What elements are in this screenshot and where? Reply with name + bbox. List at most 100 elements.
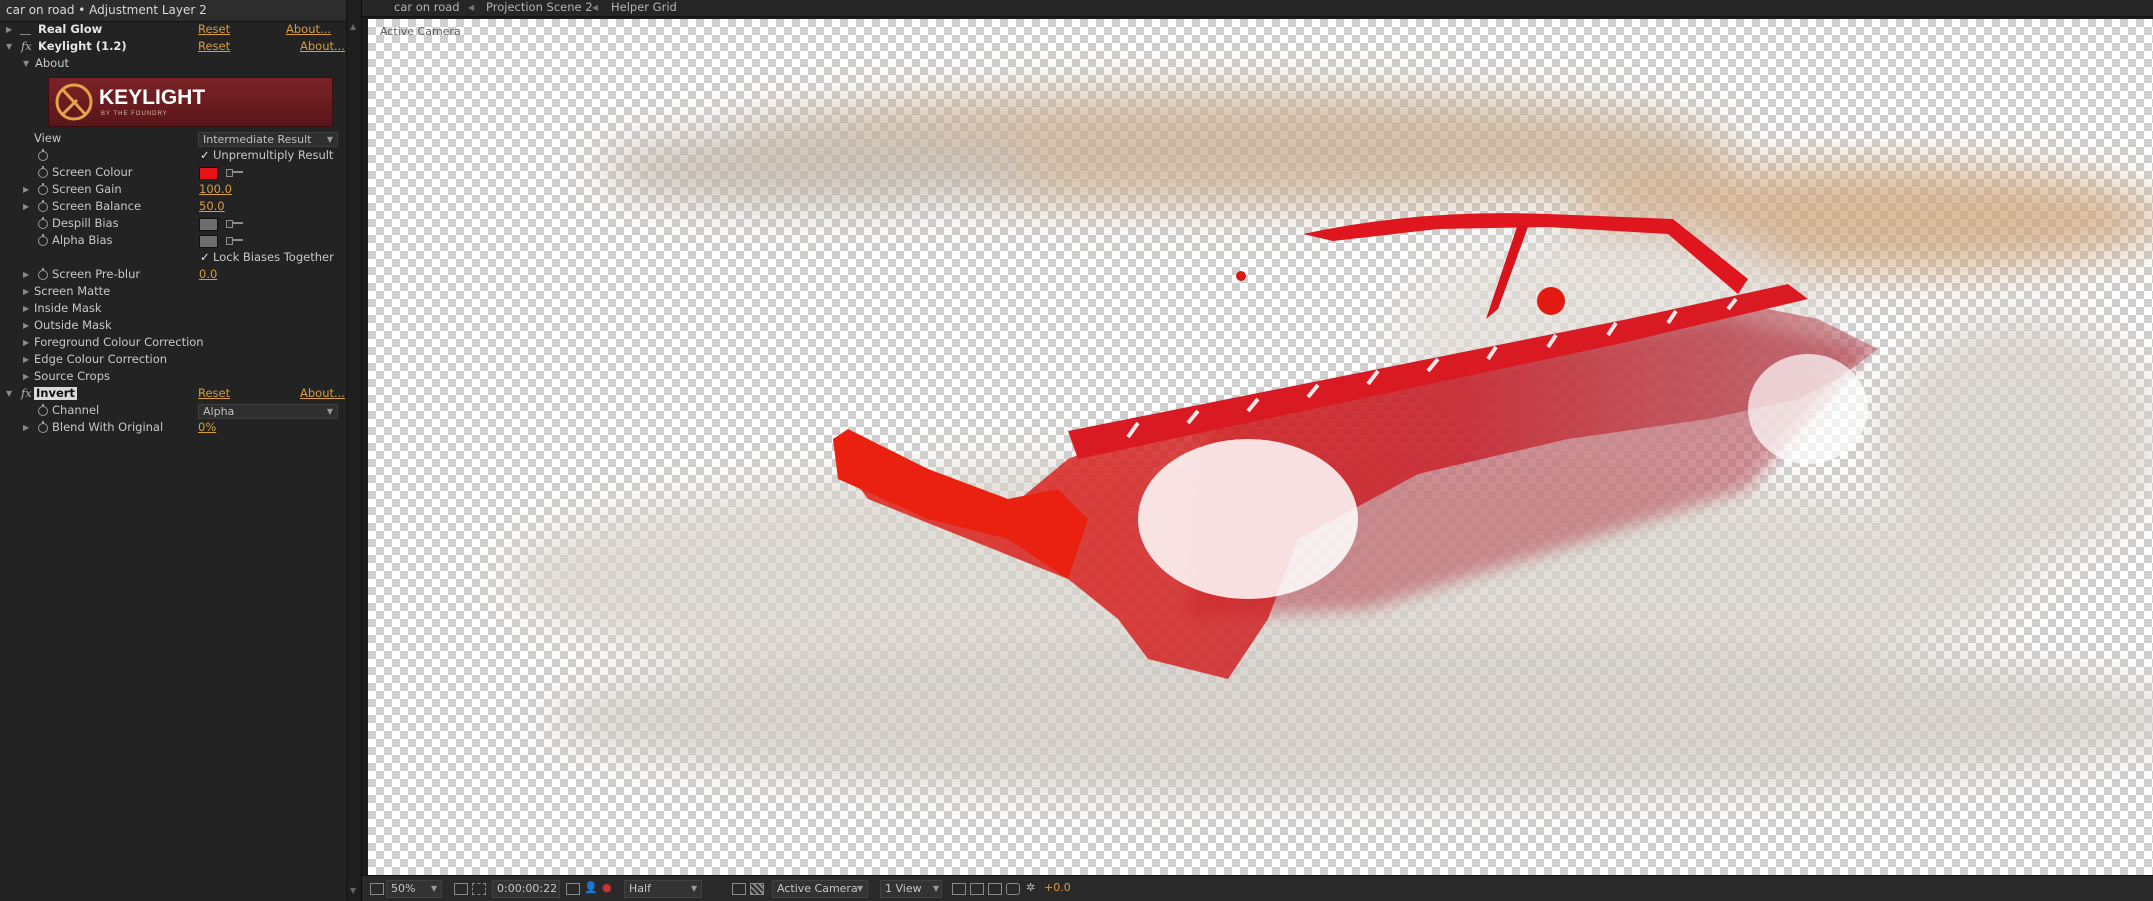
effect-name: Real Glow xyxy=(38,22,103,36)
show-snapshot-icon[interactable]: 👤 xyxy=(584,876,598,900)
eyedropper-icon[interactable] xyxy=(226,237,243,245)
screen-gain-value[interactable]: 100.0 xyxy=(199,181,232,198)
fx-toggle-icon[interactable]: fx xyxy=(21,38,32,55)
scroll-down-icon[interactable]: ▼ xyxy=(350,886,356,895)
expand-triangle-icon[interactable]: ▼ xyxy=(6,38,12,55)
collapse-triangle-icon[interactable]: ▶ xyxy=(23,266,29,283)
collapse-triangle-icon[interactable]: ▶ xyxy=(23,283,29,300)
expand-triangle-icon[interactable]: ▼ xyxy=(6,385,12,402)
panel-scrollbar[interactable]: ▲ ▼ xyxy=(346,0,361,901)
group-row-outside-mask[interactable]: ▶ Outside Mask xyxy=(0,317,342,334)
transparency-grid-icon[interactable] xyxy=(750,883,764,895)
about-link[interactable]: About... xyxy=(286,21,331,38)
stopwatch-icon[interactable] xyxy=(38,200,48,212)
flowchart-icon[interactable] xyxy=(1006,883,1020,895)
snapshot-camera-icon[interactable] xyxy=(566,883,580,895)
reset-exposure-icon[interactable]: ✲ xyxy=(1026,876,1035,900)
scroll-up-icon[interactable]: ▲ xyxy=(350,22,356,31)
collapse-triangle-icon[interactable]: ▶ xyxy=(6,21,12,38)
stopwatch-icon[interactable] xyxy=(38,404,48,416)
exposure-value[interactable]: +0.0 xyxy=(1044,876,1071,900)
screen-colour-swatch[interactable] xyxy=(199,167,218,180)
expand-triangle-icon[interactable]: ▼ xyxy=(23,55,29,72)
stopwatch-icon[interactable] xyxy=(38,149,48,161)
channel-rgb-icon[interactable]: ● xyxy=(602,876,612,900)
stopwatch-icon[interactable] xyxy=(38,183,48,195)
always-preview-icon[interactable] xyxy=(370,883,384,895)
mask-visibility-icon[interactable] xyxy=(472,883,486,895)
tab-projection-scene-2[interactable]: Projection Scene 2 xyxy=(486,0,593,15)
screen-preblur-value[interactable]: 0.0 xyxy=(199,266,217,283)
region-of-interest-icon[interactable] xyxy=(732,883,746,895)
timeline-icon[interactable] xyxy=(988,883,1002,895)
about-section[interactable]: ▼ About xyxy=(0,55,342,72)
reset-button[interactable]: Reset xyxy=(198,21,230,38)
3d-view-dropdown[interactable]: Active Camera ▼ xyxy=(772,880,868,898)
title-action-safe-icon[interactable] xyxy=(454,883,468,895)
collapse-triangle-icon[interactable]: ▶ xyxy=(23,198,29,215)
breadcrumb-arrow-icon: ◀ xyxy=(468,3,475,12)
breadcrumb-arrow-icon: ◀ xyxy=(592,3,599,12)
chevron-down-icon: ▼ xyxy=(691,884,698,893)
checkbox-checked-icon[interactable]: ✓ xyxy=(200,147,210,164)
reset-button[interactable]: Reset xyxy=(198,38,230,55)
stopwatch-icon[interactable] xyxy=(38,234,48,246)
screen-balance-value[interactable]: 50.0 xyxy=(199,198,225,215)
collapse-triangle-icon[interactable]: ▶ xyxy=(23,181,29,198)
lock-biases-row: ✓ Lock Biases Together xyxy=(0,249,342,266)
about-link[interactable]: About... xyxy=(300,385,345,402)
collapse-triangle-icon[interactable]: ▶ xyxy=(23,334,29,351)
stopwatch-icon[interactable] xyxy=(38,166,48,178)
magnification-dropdown[interactable]: 50% ▼ xyxy=(386,880,442,898)
collapse-triangle-icon[interactable]: ▶ xyxy=(23,317,29,334)
group-label: Source Crops xyxy=(34,369,110,383)
stopwatch-icon[interactable] xyxy=(38,421,48,433)
channel-value: Alpha xyxy=(203,405,235,418)
despill-bias-swatch[interactable] xyxy=(199,218,218,231)
group-row-source-crops[interactable]: ▶ Source Crops xyxy=(0,368,342,385)
screen-gain-row: ▶ Screen Gain 100.0 xyxy=(0,181,342,198)
effect-row-keylight[interactable]: ▼ fx Keylight (1.2) Reset About... xyxy=(0,38,345,55)
about-link[interactable]: About... xyxy=(300,38,345,55)
fast-previews-icon[interactable] xyxy=(970,883,984,895)
collapse-triangle-icon[interactable]: ▶ xyxy=(23,368,29,385)
reset-button[interactable]: Reset xyxy=(198,385,230,402)
group-row-edge-colour-correction[interactable]: ▶ Edge Colour Correction xyxy=(0,351,342,368)
view-dropdown[interactable]: Intermediate Result ▼ xyxy=(198,132,338,147)
screen-preblur-label: Screen Pre-blur xyxy=(52,267,141,281)
lock-biases-label[interactable]: Lock Biases Together xyxy=(213,249,334,266)
effect-row-invert[interactable]: ▼ fx Invert Reset About... xyxy=(0,385,345,402)
keyed-car-image xyxy=(508,89,2153,799)
group-row-screen-matte[interactable]: ▶ Screen Matte xyxy=(0,283,342,300)
effect-row-real-glow[interactable]: ▶ Real Glow Reset About... xyxy=(0,21,342,38)
view-value: Intermediate Result xyxy=(203,133,312,146)
collapse-triangle-icon[interactable]: ▶ xyxy=(23,300,29,317)
checkbox-checked-icon[interactable]: ✓ xyxy=(200,249,210,266)
alpha-bias-swatch[interactable] xyxy=(199,235,218,248)
collapse-triangle-icon[interactable]: ▶ xyxy=(23,351,29,368)
group-row-foreground-colour-correction[interactable]: ▶ Foreground Colour Correction xyxy=(0,334,342,351)
screen-gain-label: Screen Gain xyxy=(52,182,122,196)
channel-dropdown[interactable]: Alpha ▼ xyxy=(198,404,338,419)
stopwatch-icon[interactable] xyxy=(38,268,48,280)
resolution-dropdown[interactable]: Half ▼ xyxy=(624,880,702,898)
unpremultiply-label[interactable]: Unpremultiply Result xyxy=(213,147,333,164)
composition-canvas[interactable]: Active Camera xyxy=(368,19,2153,875)
current-time-field[interactable]: 0:00:00:22 xyxy=(492,880,560,898)
toggle-pixel-aspect-icon[interactable] xyxy=(952,883,966,895)
panel-title: car on road • Adjustment Layer 2 xyxy=(0,0,348,22)
tab-car-on-road[interactable]: car on road xyxy=(394,0,460,15)
group-row-inside-mask[interactable]: ▶ Inside Mask xyxy=(0,300,342,317)
stopwatch-icon[interactable] xyxy=(38,217,48,229)
tab-helper-grid[interactable]: Helper Grid xyxy=(611,0,677,15)
screen-balance-row: ▶ Screen Balance 50.0 xyxy=(0,198,342,215)
eyedropper-icon[interactable] xyxy=(226,169,243,177)
fx-toggle-icon[interactable] xyxy=(20,25,31,35)
collapse-triangle-icon[interactable]: ▶ xyxy=(23,419,29,436)
view-layout-dropdown[interactable]: 1 View ▼ xyxy=(880,880,942,898)
blend-value[interactable]: 0% xyxy=(198,419,216,436)
chevron-down-icon: ▼ xyxy=(933,884,940,893)
alpha-bias-label: Alpha Bias xyxy=(52,233,113,247)
fx-toggle-icon[interactable]: fx xyxy=(21,385,32,402)
eyedropper-icon[interactable] xyxy=(226,220,243,228)
